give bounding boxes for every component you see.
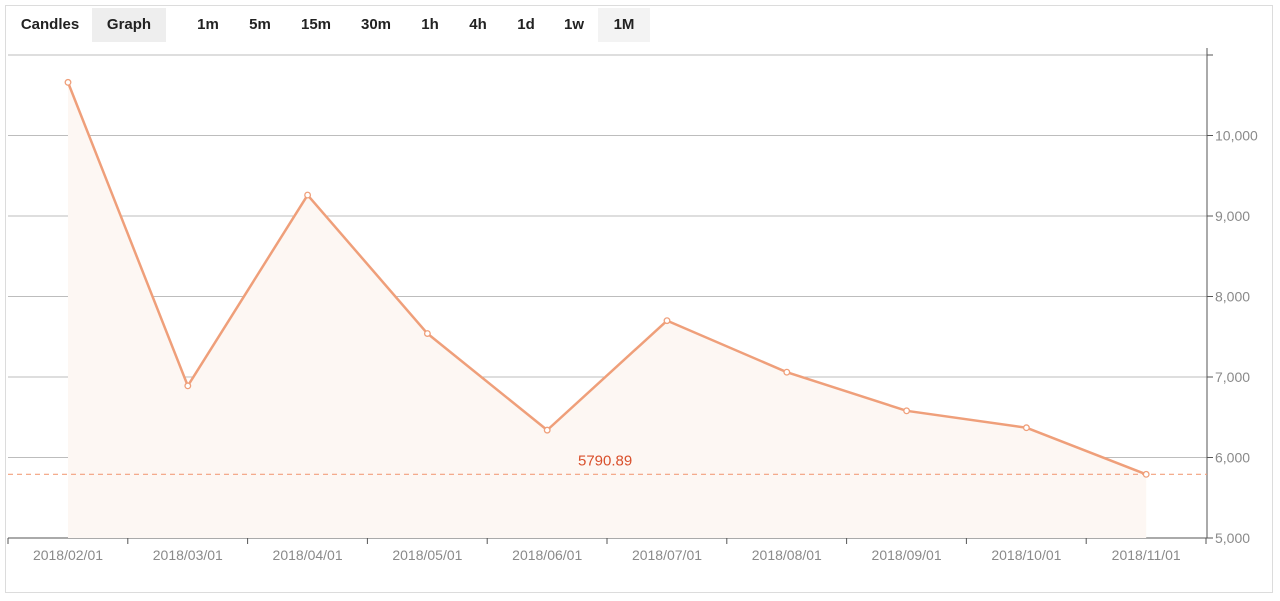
x-tick-label: 2018/06/01 — [512, 547, 582, 563]
data-point — [1022, 424, 1030, 432]
x-tick-label: 2018/04/01 — [273, 547, 343, 563]
x-tick-label: 2018/10/01 — [991, 547, 1061, 563]
y-tick-label: 6,000 — [1215, 450, 1250, 466]
data-point — [423, 330, 431, 337]
x-tick-label: 2018/09/01 — [872, 547, 942, 563]
current-price-label: 5790.89 — [578, 452, 632, 469]
y-tick-label: 8,000 — [1215, 289, 1250, 305]
data-point — [184, 382, 192, 390]
x-tick-label: 2018/08/01 — [752, 547, 822, 563]
y-tick-label: 10,000 — [1215, 128, 1258, 144]
price-chart: 5,000 6,000 7,000 8,000 9,000 10,000 2018/02/0… — [7, 48, 1258, 563]
x-tick-label: 2018/05/01 — [392, 547, 462, 563]
x-tick-label: 2018/11/01 — [1112, 547, 1181, 563]
y-tick-label: 9,000 — [1215, 208, 1250, 224]
data-point — [903, 407, 911, 415]
data-point — [64, 78, 72, 86]
x-tick-label: 2018/02/01 — [33, 547, 103, 563]
data-point — [304, 191, 312, 199]
data-point — [543, 426, 551, 434]
x-tick-label: 2018/07/01 — [632, 547, 702, 563]
series-area — [68, 82, 1147, 539]
x-tick-label: 2018/03/01 — [153, 547, 223, 563]
data-point — [1142, 470, 1150, 478]
data-point — [783, 368, 791, 376]
data-point — [663, 317, 671, 325]
y-tick-label: 7,000 — [1215, 369, 1250, 385]
y-tick-label: 5,000 — [1215, 530, 1250, 546]
